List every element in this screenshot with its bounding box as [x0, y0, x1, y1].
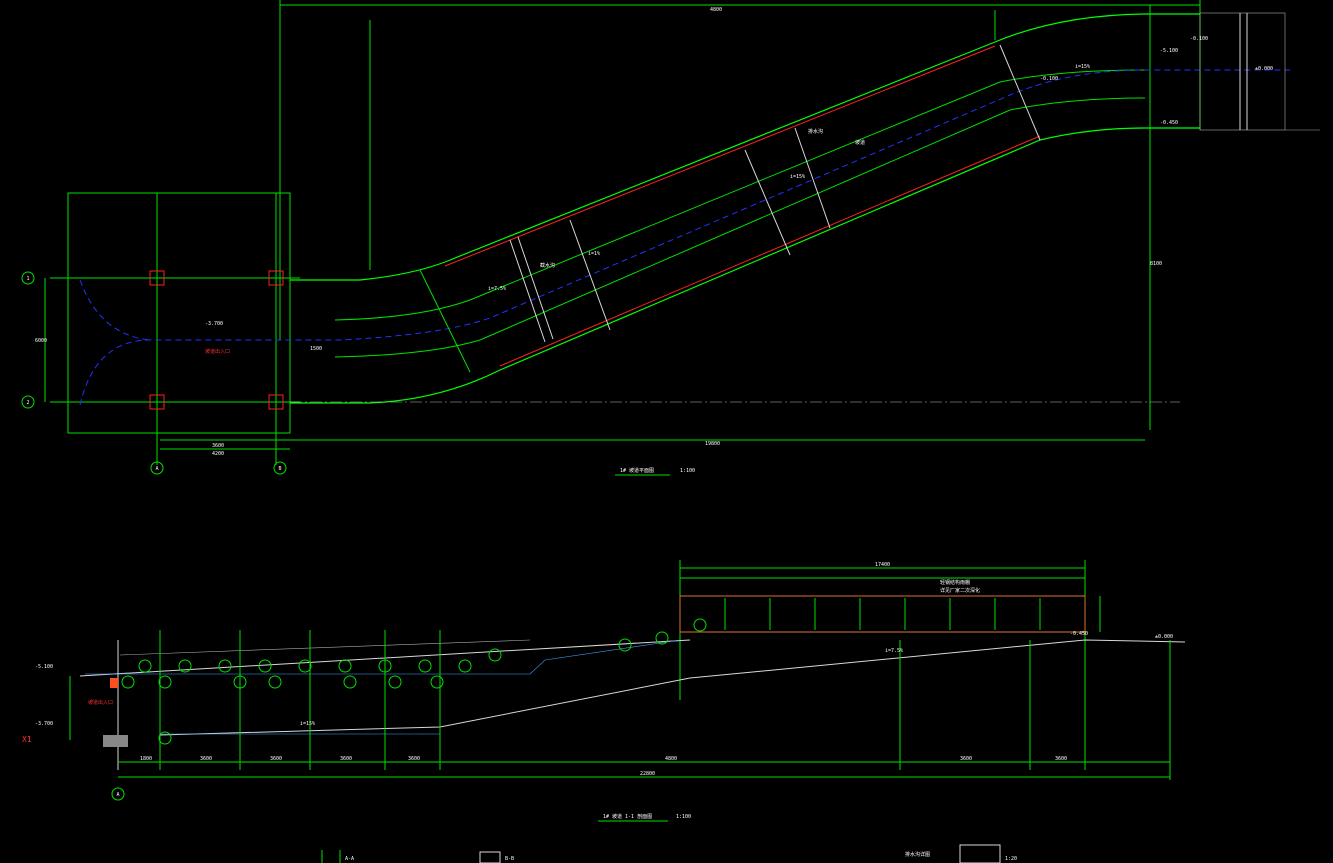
plan-label: i=15% — [790, 174, 805, 180]
section-marker — [418, 659, 432, 673]
plan-label: -0.100 — [1040, 76, 1058, 82]
section-marker — [338, 659, 352, 673]
section-marker — [138, 659, 152, 673]
section-dim-text: 3600 — [200, 756, 212, 762]
ramp-centerline-branch — [79, 279, 151, 341]
section-dim-text: 3600 — [408, 756, 420, 762]
section-label: -0.450 — [1070, 631, 1088, 637]
plan-dim-text: 4800 — [710, 7, 722, 13]
section-label: 详见厂家二次深化 — [940, 587, 980, 594]
plan-label: i=1% — [588, 251, 600, 257]
section-dim-text: 4800 — [665, 756, 677, 762]
section-marker — [388, 675, 402, 689]
plan-dim-text: 3600 — [212, 443, 224, 449]
footer-label: B-B — [505, 856, 514, 862]
section-dim-text: 17400 — [875, 562, 890, 568]
section-dim-text: 3600 — [340, 756, 352, 762]
section-marker — [458, 659, 472, 673]
footer-detail-box — [959, 844, 1001, 863]
ramp-hatch — [517, 236, 554, 340]
ramp-cross-line — [569, 219, 611, 331]
ramp-red-edge-top — [444, 45, 996, 267]
section-marker — [258, 659, 272, 673]
footer-label: 排水沟详图 — [905, 851, 930, 858]
section-dim-text: 1800 — [140, 756, 152, 762]
ramp-edge-bottom — [290, 127, 1200, 404]
canopy-frame — [679, 595, 1086, 633]
section-markers — [121, 618, 707, 745]
ramp-hatch — [509, 239, 546, 343]
plan-dim-text: 19800 — [705, 441, 720, 447]
section-label: -3.700 — [35, 721, 53, 727]
section-dim-text: 3600 — [270, 756, 282, 762]
plan-label: 截水沟 — [540, 262, 555, 269]
plan-title: 1# 坡道平面图 — [620, 467, 654, 474]
section-red-label: 坡道出入口 — [88, 699, 113, 706]
canopy-bays — [724, 598, 1041, 630]
ramp-cross-line — [999, 44, 1041, 141]
section-view: A 坡道出入口 X1 -5.100 -3.700 ±0.000 -0.450 i… — [22, 560, 1186, 822]
footer-label: A-A — [345, 856, 354, 862]
plan-label: i=7.5% — [488, 286, 506, 292]
section-red-mark — [110, 678, 118, 688]
plan-axis-label-1: 1 — [26, 276, 29, 282]
ramp-cross-line — [744, 149, 791, 256]
plan-label: i=15% — [1075, 64, 1090, 70]
plan-axis-label-b: B — [278, 466, 281, 472]
section-dim-text: 3600 — [960, 756, 972, 762]
section-title: 1# 坡道 1-1 剖面图 — [603, 813, 652, 820]
plan-dim-text: 1500 — [310, 346, 322, 352]
section-marker — [655, 631, 669, 645]
section-label: i=15% — [300, 721, 315, 727]
plan-axis-label-2: 2 — [26, 400, 29, 406]
section-marker — [121, 675, 135, 689]
section-marker — [618, 638, 632, 652]
section-marker — [298, 659, 312, 673]
plan-dim-text: 8100 — [1150, 261, 1162, 267]
section-dim-text: 22800 — [640, 771, 655, 777]
ramp-edge-top — [290, 13, 1200, 281]
footer-details: A-A B-B 排水沟详图 1:20 — [321, 844, 1017, 863]
footer-detail-box — [479, 851, 501, 863]
section-marker — [693, 618, 707, 632]
plan-label: 坡道 — [855, 139, 865, 146]
section-marker — [218, 659, 232, 673]
ramp-cross-line — [419, 269, 471, 373]
section-footing — [103, 735, 128, 747]
section-marker — [430, 675, 444, 689]
ramp-lane-line — [334, 97, 1146, 358]
section-label: ±0.000 — [1155, 634, 1173, 640]
plan-label: -0.450 — [1160, 120, 1178, 126]
section-scale: 1:100 — [676, 814, 691, 820]
plan-red-label: 坡道出入口 — [205, 348, 230, 355]
plan-scale: 1:100 — [680, 468, 695, 474]
section-dim-text: 3600 — [1055, 756, 1067, 762]
plan-label: -0.100 — [1190, 36, 1208, 42]
section-marker — [488, 648, 502, 662]
section-marker — [158, 675, 172, 689]
section-red-mark-text: X1 — [22, 735, 32, 744]
plan-axis-label-a: A — [155, 466, 158, 472]
section-marker — [343, 675, 357, 689]
plan-label: 排水沟 — [808, 128, 823, 135]
section-marker — [268, 675, 282, 689]
cad-drawing: 1 2 A B 坡道出入口 -3.700 -0.100 ±0.000 i=15%… — [21, 0, 1320, 863]
section-label: i=7.5% — [885, 648, 903, 654]
plan-label: -5.100 — [1160, 48, 1178, 54]
section-label: 轻钢结构雨棚 — [940, 579, 970, 586]
ramp-centerline — [79, 69, 1290, 406]
plan-dim-text: 6000 — [35, 338, 47, 344]
section-label: -5.100 — [35, 664, 53, 670]
section-axis-label: A — [116, 792, 119, 798]
plan-view: 1 2 A B 坡道出入口 -3.700 -0.100 ±0.000 i=15%… — [21, 0, 1320, 476]
footer-label: 1:20 — [1005, 856, 1017, 862]
plan-label: -3.700 — [205, 321, 223, 327]
plan-dim-text: 4200 — [212, 451, 224, 457]
plan-label: ±0.000 — [1255, 66, 1273, 72]
plan-room-box — [67, 192, 291, 434]
